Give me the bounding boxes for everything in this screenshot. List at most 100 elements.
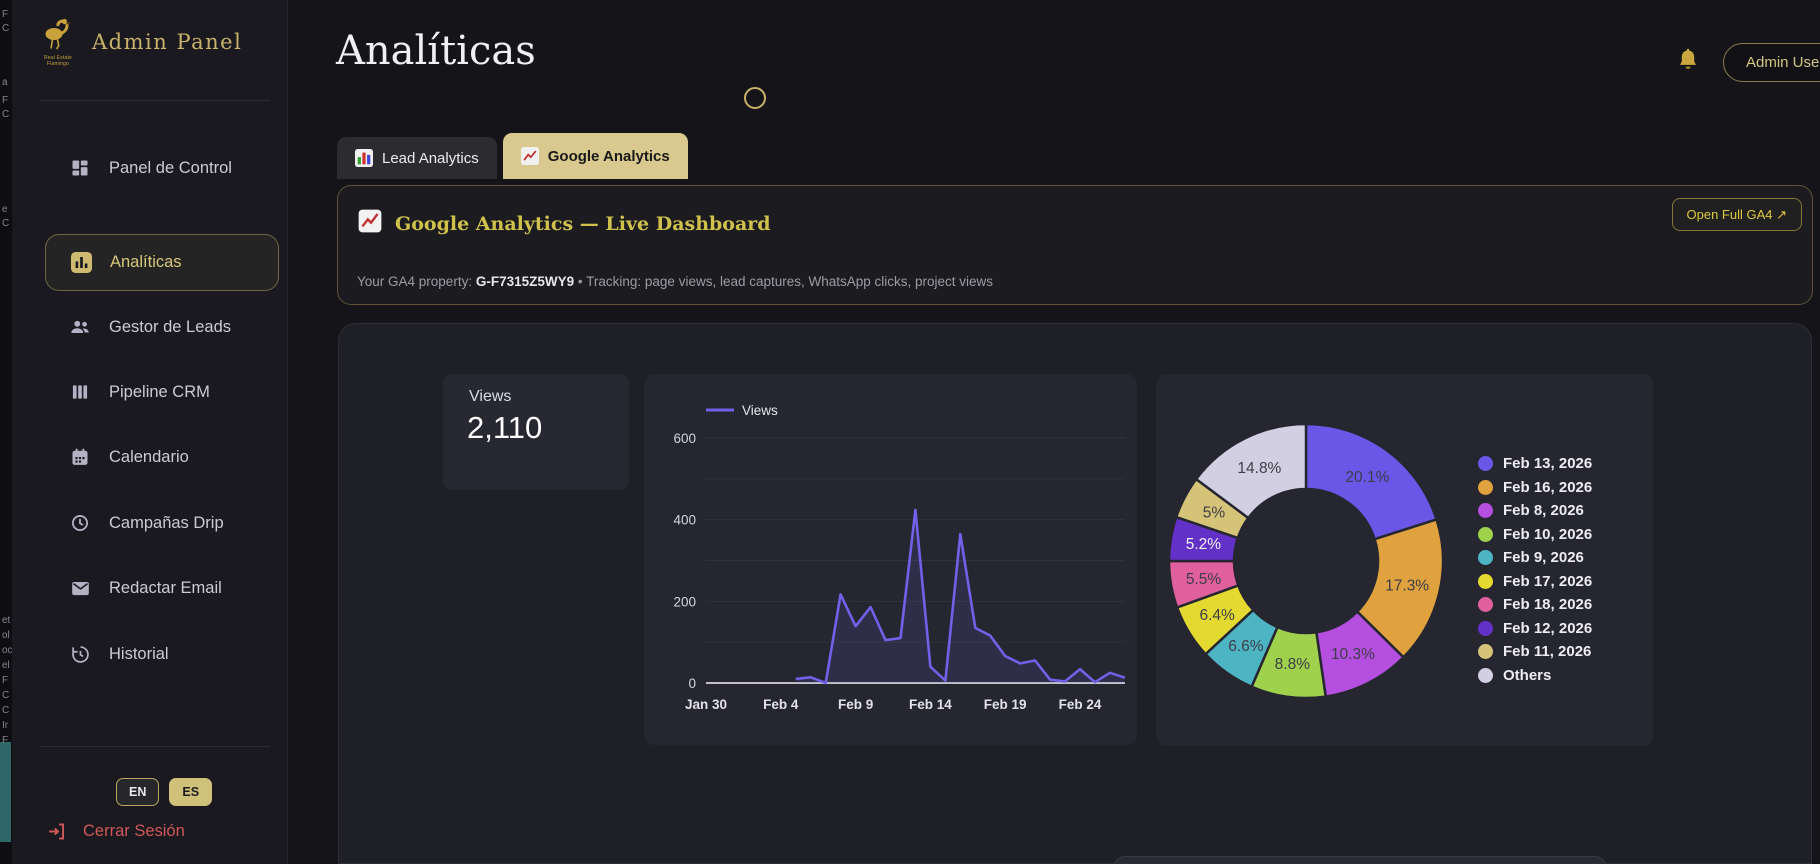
background-text-fragment: C — [2, 218, 10, 229]
background-text-fragment: oc — [2, 645, 13, 656]
legend-label: Feb 18, 2026 — [1503, 596, 1593, 613]
line-chart-emoji-icon — [357, 208, 383, 239]
open-full-ga4-button[interactable]: Open Full GA4 ↗ — [1671, 198, 1802, 231]
legend-label: Feb 13, 2026 — [1503, 455, 1593, 472]
next-panel-partial-card — [1113, 856, 1607, 863]
charts-panel: Views 2,110 0 200 400 600 Jan 30 Feb 4 Feb 9 Fe… — [338, 323, 1812, 864]
svg-text:Feb 9: Feb 9 — [838, 697, 873, 712]
sidebar-item-calendario[interactable]: Calendario — [45, 434, 279, 480]
line-chart-icon — [520, 147, 539, 165]
ga-property-label: Your GA4 property: — [357, 274, 473, 289]
svg-text:Feb 4: Feb 4 — [763, 697, 799, 712]
background-text-fragment: a — [2, 77, 8, 88]
legend-color-dot — [1478, 503, 1493, 518]
donut-slice-value-label: 5% — [1203, 505, 1226, 522]
legend-item-feb-13-2026[interactable]: Feb 13, 2026 — [1478, 455, 1592, 472]
donut-slice-value-label: 17.3% — [1385, 577, 1429, 594]
ga-property-id: G-F7315Z5WY9 — [475, 274, 575, 289]
background-text-fragment: F — [2, 95, 9, 106]
history-icon — [69, 643, 91, 665]
legend-label: Feb 9, 2026 — [1503, 549, 1584, 566]
ga-tracking-text: • Tracking: page views, lead captures, W… — [577, 274, 994, 289]
legend-item-others[interactable]: Others — [1478, 667, 1592, 684]
legend-item-feb-8-2026[interactable]: Feb 8, 2026 — [1478, 502, 1592, 519]
sidebar-item-analiticas[interactable]: Analíticas — [45, 233, 279, 291]
leads-icon — [69, 316, 91, 338]
flamingo-logo-icon — [38, 18, 78, 56]
email-icon — [69, 577, 91, 599]
legend-item-feb-10-2026[interactable]: Feb 10, 2026 — [1478, 526, 1592, 543]
svg-text:Feb 14: Feb 14 — [909, 697, 952, 712]
admin-user-label: Admin User — [1746, 54, 1820, 71]
sidebar-item-label: Redactar Email — [109, 578, 222, 597]
donut-slice-value-label: 8.8% — [1275, 656, 1311, 673]
sidebar-item-label: Campañas Drip — [109, 513, 224, 532]
svg-text:Feb 19: Feb 19 — [984, 697, 1027, 712]
sidebar-item-gestor-de-leads[interactable]: Gestor de Leads — [45, 304, 279, 350]
logout-button[interactable]: Cerrar Sesión — [45, 820, 185, 842]
background-text-fragment: C — [2, 705, 10, 716]
svg-text:200: 200 — [673, 594, 696, 609]
sidebar-item-label: Analíticas — [110, 252, 182, 271]
app-title: Admin Panel — [92, 30, 243, 54]
sidebar-item-pipeline-crm[interactable]: Pipeline CRM — [45, 369, 279, 415]
background-text-fragment: C — [2, 690, 10, 701]
donut-slice-value-label: 20.1% — [1345, 469, 1389, 486]
background-text-fragment: C — [2, 109, 10, 120]
donut-slice-value-label: 6.6% — [1228, 638, 1264, 655]
logo-subtext: Real Estate Flamingo — [43, 55, 73, 67]
sidebar-item-historial[interactable]: Historial — [45, 631, 279, 677]
loading-spinner — [744, 87, 766, 109]
background-text-fragment: C — [2, 23, 10, 34]
legend-item-feb-18-2026[interactable]: Feb 18, 2026 — [1478, 596, 1592, 613]
donut-legend: Feb 13, 2026 Feb 16, 2026 Feb 8, 2026 Feb 1… — [1478, 455, 1592, 690]
legend-color-dot — [1478, 573, 1493, 589]
background-text-fragment: F — [2, 735, 9, 746]
logout-label: Cerrar Sesión — [83, 821, 185, 840]
legend-label: Feb 11, 2026 — [1503, 643, 1592, 660]
analytics-tabs: Lead Analytics Google Analytics — [337, 133, 688, 179]
language-button-es[interactable]: ES — [169, 778, 213, 806]
background-text-fragment: et — [2, 615, 11, 626]
background-text-fragment: ol — [2, 630, 10, 641]
legend-item-feb-9-2026[interactable]: Feb 9, 2026 — [1478, 549, 1592, 566]
legend-color-dot — [1478, 644, 1493, 659]
logo: Real Estate Flamingo — [36, 14, 80, 67]
background-text-fragment: e — [2, 204, 8, 215]
tab-lead-analytics[interactable]: Lead Analytics — [337, 137, 497, 179]
legend-color-dot — [1478, 550, 1493, 565]
legend-item-feb-12-2026[interactable]: Feb 12, 2026 — [1478, 620, 1592, 637]
legend-label: Feb 17, 2026 — [1503, 572, 1593, 590]
sidebar-item-campanas-drip[interactable]: Campañas Drip — [45, 500, 279, 546]
legend-color-dot — [1478, 456, 1493, 471]
legend-label: Others — [1503, 666, 1552, 684]
donut-slice-value-label: 10.3% — [1331, 646, 1375, 663]
background-teal-block — [0, 742, 11, 842]
views-stat-value: 2,110 — [467, 410, 543, 445]
bell-icon[interactable] — [1674, 47, 1702, 75]
views-line-chart-card: 0 200 400 600 Jan 30 Feb 4 Feb 9 Feb 14 Feb 19 Fe… — [644, 374, 1137, 745]
language-button-en[interactable]: EN — [116, 778, 160, 806]
legend-color-dot — [1478, 667, 1493, 683]
analytics-icon — [70, 251, 92, 273]
legend-item-feb-11-2026[interactable]: Feb 11, 2026 — [1478, 643, 1592, 660]
donut-slice-value-label: 14.8% — [1237, 460, 1281, 477]
legend-item-feb-16-2026[interactable]: Feb 16, 2026 — [1478, 479, 1592, 496]
sidebar-item-redactar-email[interactable]: Redactar Email — [45, 565, 279, 611]
page-title: Analíticas — [336, 28, 536, 74]
ga-banner-title-row: Google Analytics — Live Dashboard — [357, 208, 771, 239]
donut-slice-value-label: 5.2% — [1186, 536, 1222, 553]
views-line-chart: 0 200 400 600 Jan 30 Feb 4 Feb 9 Feb 14 Feb 19 Fe… — [673, 403, 1126, 712]
admin-user-button[interactable]: Admin User — [1723, 43, 1820, 82]
tab-google-analytics[interactable]: Google Analytics — [502, 133, 688, 179]
logout-icon — [45, 820, 67, 842]
legend-item-feb-17-2026[interactable]: Feb 17, 2026 — [1478, 573, 1592, 590]
svg-text:600: 600 — [673, 431, 696, 446]
ga-banner-subtitle: Your GA4 property: G-F7315Z5WY9 • Tracki… — [357, 274, 993, 289]
legend-color-dot — [1478, 526, 1493, 542]
ga-banner-title: Google Analytics — Live Dashboard — [395, 212, 771, 235]
sidebar-item-panel-de-control[interactable]: Panel de Control — [45, 145, 279, 191]
background-text-fragment: F — [2, 675, 9, 686]
svg-text:Jan 30: Jan 30 — [685, 697, 727, 712]
donut-slice-value-label: 5.5% — [1186, 571, 1222, 588]
